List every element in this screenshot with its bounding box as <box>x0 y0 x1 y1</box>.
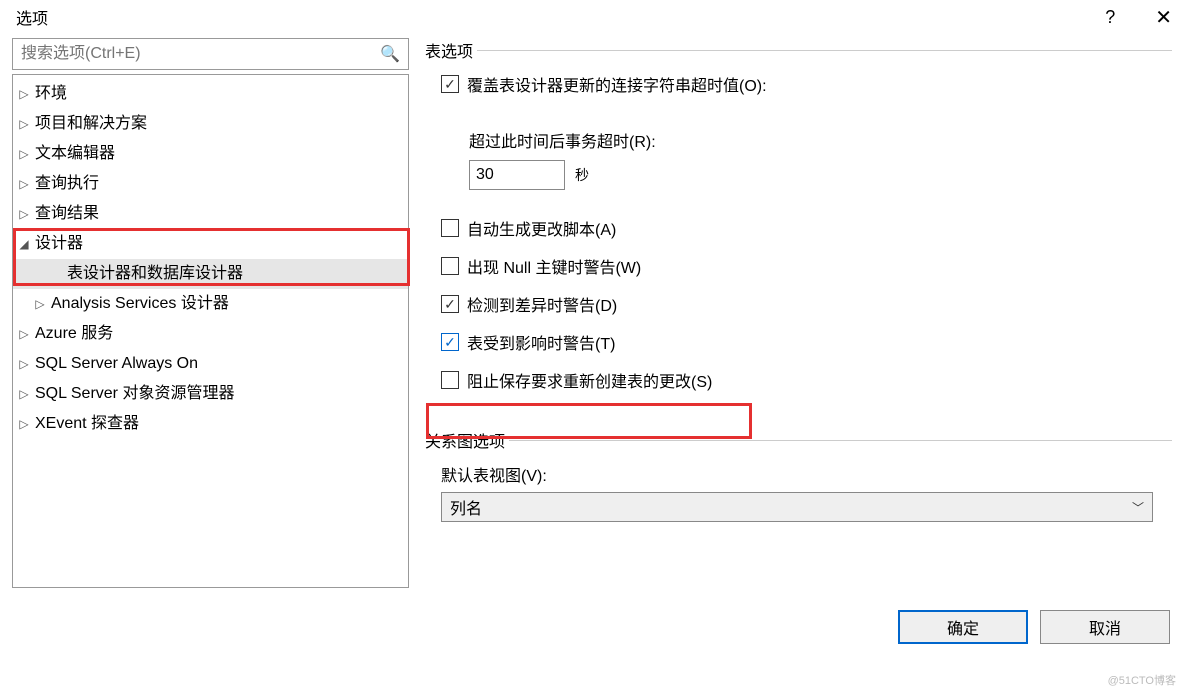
affected-warn-label: 表受到影响时警告(T) <box>467 330 615 354</box>
table-options-body: 覆盖表设计器更新的连接字符串超时值(O): 超过此时间后事务超时(R): 秒 自… <box>425 72 1172 392</box>
tree-item[interactable]: ▷XEvent 探查器 <box>13 409 408 439</box>
auto-script-row: 自动生成更改脚本(A) <box>441 216 1172 240</box>
timeout-row: 秒 <box>469 160 1172 190</box>
tree-item-label: SQL Server 对象资源管理器 <box>35 381 234 407</box>
timeout-block: 超过此时间后事务超时(R): 秒 <box>441 128 1172 190</box>
tree-item[interactable]: ▷Azure 服务 <box>13 319 408 349</box>
table-options-title: 表选项 <box>425 38 1172 62</box>
tree-item[interactable]: ▷SQL Server Always On <box>13 349 408 379</box>
tree-item[interactable]: ▷项目和解决方案 <box>13 109 408 139</box>
watermark: @51CTO博客 <box>1108 672 1176 688</box>
tree-item-label: 环境 <box>35 81 67 107</box>
diff-warn-checkbox[interactable] <box>441 295 459 313</box>
tree-item-label: 查询执行 <box>35 171 99 197</box>
options-tree[interactable]: ▷环境▷项目和解决方案▷文本编辑器▷查询执行▷查询结果◢设计器表设计器和数据库设… <box>12 74 409 588</box>
search-wrap: 🔍 <box>12 38 409 70</box>
tree-expand-icon[interactable]: ▷ <box>17 351 31 377</box>
table-options-group: 表选项 覆盖表设计器更新的连接字符串超时值(O): 超过此时间后事务超时(R):… <box>425 38 1172 392</box>
footer: 确定 取消 <box>0 600 1184 644</box>
tree-item-label: 表设计器和数据库设计器 <box>67 261 243 287</box>
cancel-button[interactable]: 取消 <box>1040 610 1170 644</box>
null-pk-label: 出现 Null 主键时警告(W) <box>467 254 641 278</box>
search-input[interactable] <box>13 41 372 67</box>
tree-item[interactable]: ◢设计器 <box>13 229 408 259</box>
tree-expand-icon[interactable]: ▷ <box>17 111 31 137</box>
tree-item[interactable]: ▷SQL Server 对象资源管理器 <box>13 379 408 409</box>
auto-script-checkbox[interactable] <box>441 219 459 237</box>
diff-warn-label: 检测到差异时警告(D) <box>467 292 617 316</box>
tree-item-label: XEvent 探查器 <box>35 411 139 437</box>
tree-expand-icon[interactable]: ▷ <box>17 81 31 107</box>
default-view-dropdown[interactable]: 列名 ﹀ <box>441 492 1153 522</box>
prevent-save-label: 阻止保存要求重新创建表的更改(S) <box>467 368 712 392</box>
tree-item[interactable]: ▷查询执行 <box>13 169 408 199</box>
diagram-options-group: 关系图选项 默认表视图(V): 列名 ﹀ <box>425 428 1172 522</box>
tree-item-label: 设计器 <box>35 231 83 257</box>
auto-script-label: 自动生成更改脚本(A) <box>467 216 616 240</box>
titlebar-buttons: ? ✕ <box>1105 5 1172 30</box>
ok-button[interactable]: 确定 <box>898 610 1028 644</box>
window-title: 选项 <box>16 5 48 29</box>
tree-item-label: Analysis Services 设计器 <box>51 291 229 317</box>
tree-expand-icon[interactable]: ▷ <box>33 291 47 317</box>
default-view-row: 默认表视图(V): 列名 ﹀ <box>425 462 1172 522</box>
tree-item-label: SQL Server Always On <box>35 351 198 377</box>
tree-expand-icon[interactable]: ▷ <box>17 141 31 167</box>
tree-expand-icon[interactable]: ▷ <box>17 201 31 227</box>
dropdown-value: 列名 <box>450 495 482 519</box>
null-pk-row: 出现 Null 主键时警告(W) <box>441 254 1172 278</box>
diff-warn-row: 检测到差异时警告(D) <box>441 292 1172 316</box>
default-view-label: 默认表视图(V): <box>441 462 1172 486</box>
tree-item-label: 项目和解决方案 <box>35 111 147 137</box>
override-timeout-row: 覆盖表设计器更新的连接字符串超时值(O): <box>441 72 1172 96</box>
left-panel: 🔍 ▷环境▷项目和解决方案▷文本编辑器▷查询执行▷查询结果◢设计器表设计器和数据… <box>12 38 409 588</box>
timeout-unit: 秒 <box>575 165 589 185</box>
tree-expand-icon[interactable]: ▷ <box>17 411 31 437</box>
override-timeout-checkbox[interactable] <box>441 75 459 93</box>
tree-expand-icon[interactable]: ◢ <box>17 231 31 257</box>
tree-item-label: Azure 服务 <box>35 321 113 347</box>
affected-warn-checkbox[interactable] <box>441 333 459 351</box>
help-icon[interactable]: ? <box>1105 7 1115 28</box>
search-icon[interactable]: 🔍 <box>372 44 408 64</box>
tree-item[interactable]: ▷Analysis Services 设计器 <box>13 289 408 319</box>
close-icon[interactable]: ✕ <box>1155 5 1172 30</box>
override-timeout-label: 覆盖表设计器更新的连接字符串超时值(O): <box>467 72 767 96</box>
tree-expand-icon[interactable]: ▷ <box>17 171 31 197</box>
tree-item[interactable]: ▷文本编辑器 <box>13 139 408 169</box>
tree-item[interactable]: ▷查询结果 <box>13 199 408 229</box>
tree-expand-icon[interactable]: ▷ <box>17 381 31 407</box>
titlebar: 选项 ? ✕ <box>0 0 1184 38</box>
prevent-save-checkbox[interactable] <box>441 371 459 389</box>
content: 🔍 ▷环境▷项目和解决方案▷文本编辑器▷查询执行▷查询结果◢设计器表设计器和数据… <box>0 38 1184 600</box>
tree-expand-icon[interactable]: ▷ <box>17 321 31 347</box>
tree-item-label: 查询结果 <box>35 201 99 227</box>
chevron-down-icon: ﹀ <box>1132 499 1144 516</box>
tree-item[interactable]: ▷环境 <box>13 79 408 109</box>
timeout-label: 超过此时间后事务超时(R): <box>469 128 1172 152</box>
tree-item[interactable]: 表设计器和数据库设计器 <box>13 259 408 289</box>
affected-warn-row: 表受到影响时警告(T) <box>441 330 1172 354</box>
diagram-options-title: 关系图选项 <box>425 428 1172 452</box>
prevent-save-row: 阻止保存要求重新创建表的更改(S) <box>441 368 1172 392</box>
right-panel: 表选项 覆盖表设计器更新的连接字符串超时值(O): 超过此时间后事务超时(R):… <box>425 38 1172 588</box>
null-pk-checkbox[interactable] <box>441 257 459 275</box>
tree-item-label: 文本编辑器 <box>35 141 115 167</box>
timeout-input[interactable] <box>469 160 565 190</box>
